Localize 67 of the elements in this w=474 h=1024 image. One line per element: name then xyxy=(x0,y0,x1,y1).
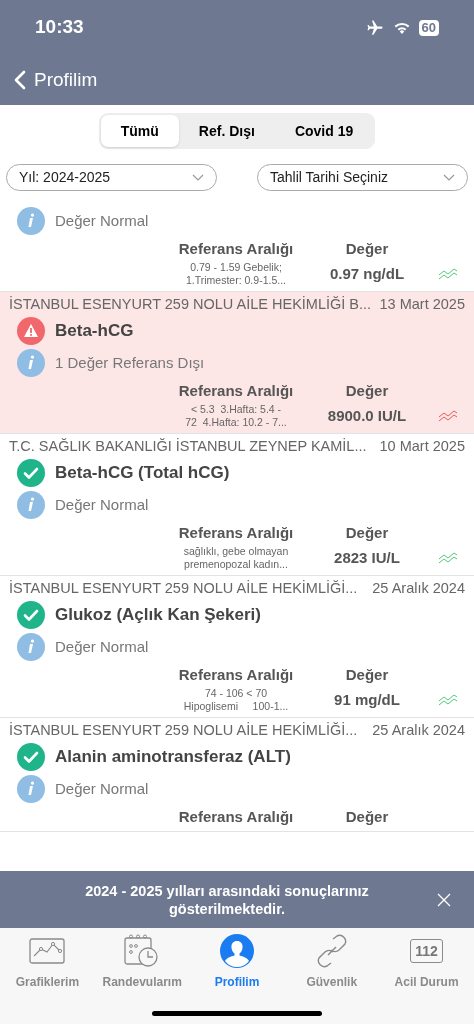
back-chevron-icon xyxy=(14,70,26,90)
column-header: Referans Aralığı xyxy=(177,523,295,543)
info-icon xyxy=(17,349,45,377)
reference-range: 0.79 - 1.59 Gebelik; 1.Trimester: 0.9-1.5... xyxy=(185,261,287,287)
test-name: Alanin aminotransferaz (ALT) xyxy=(55,746,291,769)
column-header: Değer xyxy=(344,239,390,259)
trend-chart-icon xyxy=(438,693,458,707)
back-button[interactable]: Profilim xyxy=(14,65,98,95)
status-note: 1 Değer Referans Dışı xyxy=(55,352,205,373)
calendar-clock-icon xyxy=(124,934,161,968)
test-name: Beta-hCG (Total hCG) xyxy=(55,462,230,485)
info-icon xyxy=(17,775,45,803)
close-icon xyxy=(437,892,451,907)
info-icon xyxy=(17,207,45,235)
result-value: 2823 IU/L xyxy=(333,547,401,568)
warning-icon xyxy=(17,317,45,345)
test-name: Beta-hCG xyxy=(55,320,134,343)
emergency-number-icon: 112 xyxy=(410,939,443,963)
info-icon xyxy=(17,633,45,661)
check-icon xyxy=(17,743,45,771)
segment-tab[interactable]: Ref. Dışı xyxy=(178,115,275,147)
reference-range: < 5.3 3.Hafta: 5.4 - 72 4.Hafta: 10.2 - 7... xyxy=(184,403,288,429)
result-date: 10 Mart 2025 xyxy=(379,437,465,456)
tab-bar-item[interactable]: Profilim xyxy=(189,933,285,991)
result-date: 25 Aralık 2024 xyxy=(372,721,465,740)
column-header: Değer xyxy=(344,665,390,685)
check-icon xyxy=(17,459,45,487)
clinic-name: İSTANBUL ESENYURT 259 NOLU AİLE HEKİMLİĞİ... xyxy=(9,579,358,598)
status-note: Değer Normal xyxy=(55,210,149,231)
status-note: Değer Normal xyxy=(55,778,149,799)
result-value: 0.97 ng/dL xyxy=(328,263,406,284)
result-value: 91 mg/dL xyxy=(333,689,401,710)
segment-tab[interactable]: Covid 19 xyxy=(274,115,374,147)
clock: 10:33 xyxy=(35,15,84,40)
result-card[interactable]: İSTANBUL ESENYURT 259 NOLU AİLE HEKİMLİĞİ B... 13 Mart 2025 Beta-hCG 1 Değer Referans Dışı Referans Aralığı Değer < 5.3 3.Hafta: 5.4 - 72 4.Hafta: 10.2 - 7... 8900.0 IU/L xyxy=(0,292,474,434)
column-header: Değer xyxy=(344,807,390,827)
trend-chart-icon xyxy=(438,551,458,565)
column-header: Referans Aralığı xyxy=(177,665,295,685)
status-note: Değer Normal xyxy=(55,636,149,657)
person-icon xyxy=(220,934,254,968)
result-date: 25 Aralık 2024 xyxy=(372,579,465,598)
chevron-down-icon xyxy=(443,174,455,181)
clinic-name: İSTANBUL ESENYURT 259 NOLU AİLE HEKİMLİĞİ B... xyxy=(9,295,372,314)
battery-icon: 60 xyxy=(418,19,439,36)
info-icon xyxy=(17,491,45,519)
segment-tab[interactable]: Tümü xyxy=(100,115,179,147)
column-header: Değer xyxy=(344,381,390,401)
chevron-down-icon xyxy=(192,174,204,181)
test-name: Glukoz (Açlık Kan Şekeri) xyxy=(55,604,261,627)
banner-message: 2024 - 2025 yılları arasındaki sonuçlarınız gösterilmektedir. xyxy=(84,881,370,918)
result-value: 8900.0 IU/L xyxy=(326,405,408,426)
column-header: Değer xyxy=(344,523,390,543)
status-note: Değer Normal xyxy=(55,494,149,515)
tab-bar-item[interactable]: 112 Acil Durum xyxy=(379,933,474,991)
column-header: Referans Aralığı xyxy=(177,381,295,401)
trend-chart-icon xyxy=(438,267,458,281)
line-chart-icon xyxy=(29,938,66,964)
column-header: Referans Aralığı xyxy=(177,807,295,827)
result-date: 13 Mart 2025 xyxy=(379,295,465,314)
clinic-name: İSTANBUL ESENYURT 259 NOLU AİLE HEKİMLİĞİ... xyxy=(9,721,358,740)
column-header: Referans Aralığı xyxy=(177,239,295,259)
reference-range: 74 - 106 < 70 Hipoglisemi 100-1... xyxy=(182,687,290,713)
reference-range: sağlıklı, gebe olmayan premenopozal kadın... xyxy=(182,545,290,571)
trend-chart-icon xyxy=(438,409,458,423)
wifi-icon xyxy=(392,20,411,35)
check-icon xyxy=(17,601,45,629)
clinic-name: T.C. SAĞLIK BAKANLIĞI İSTANBUL ZEYNEP KAMİL... xyxy=(9,437,367,456)
